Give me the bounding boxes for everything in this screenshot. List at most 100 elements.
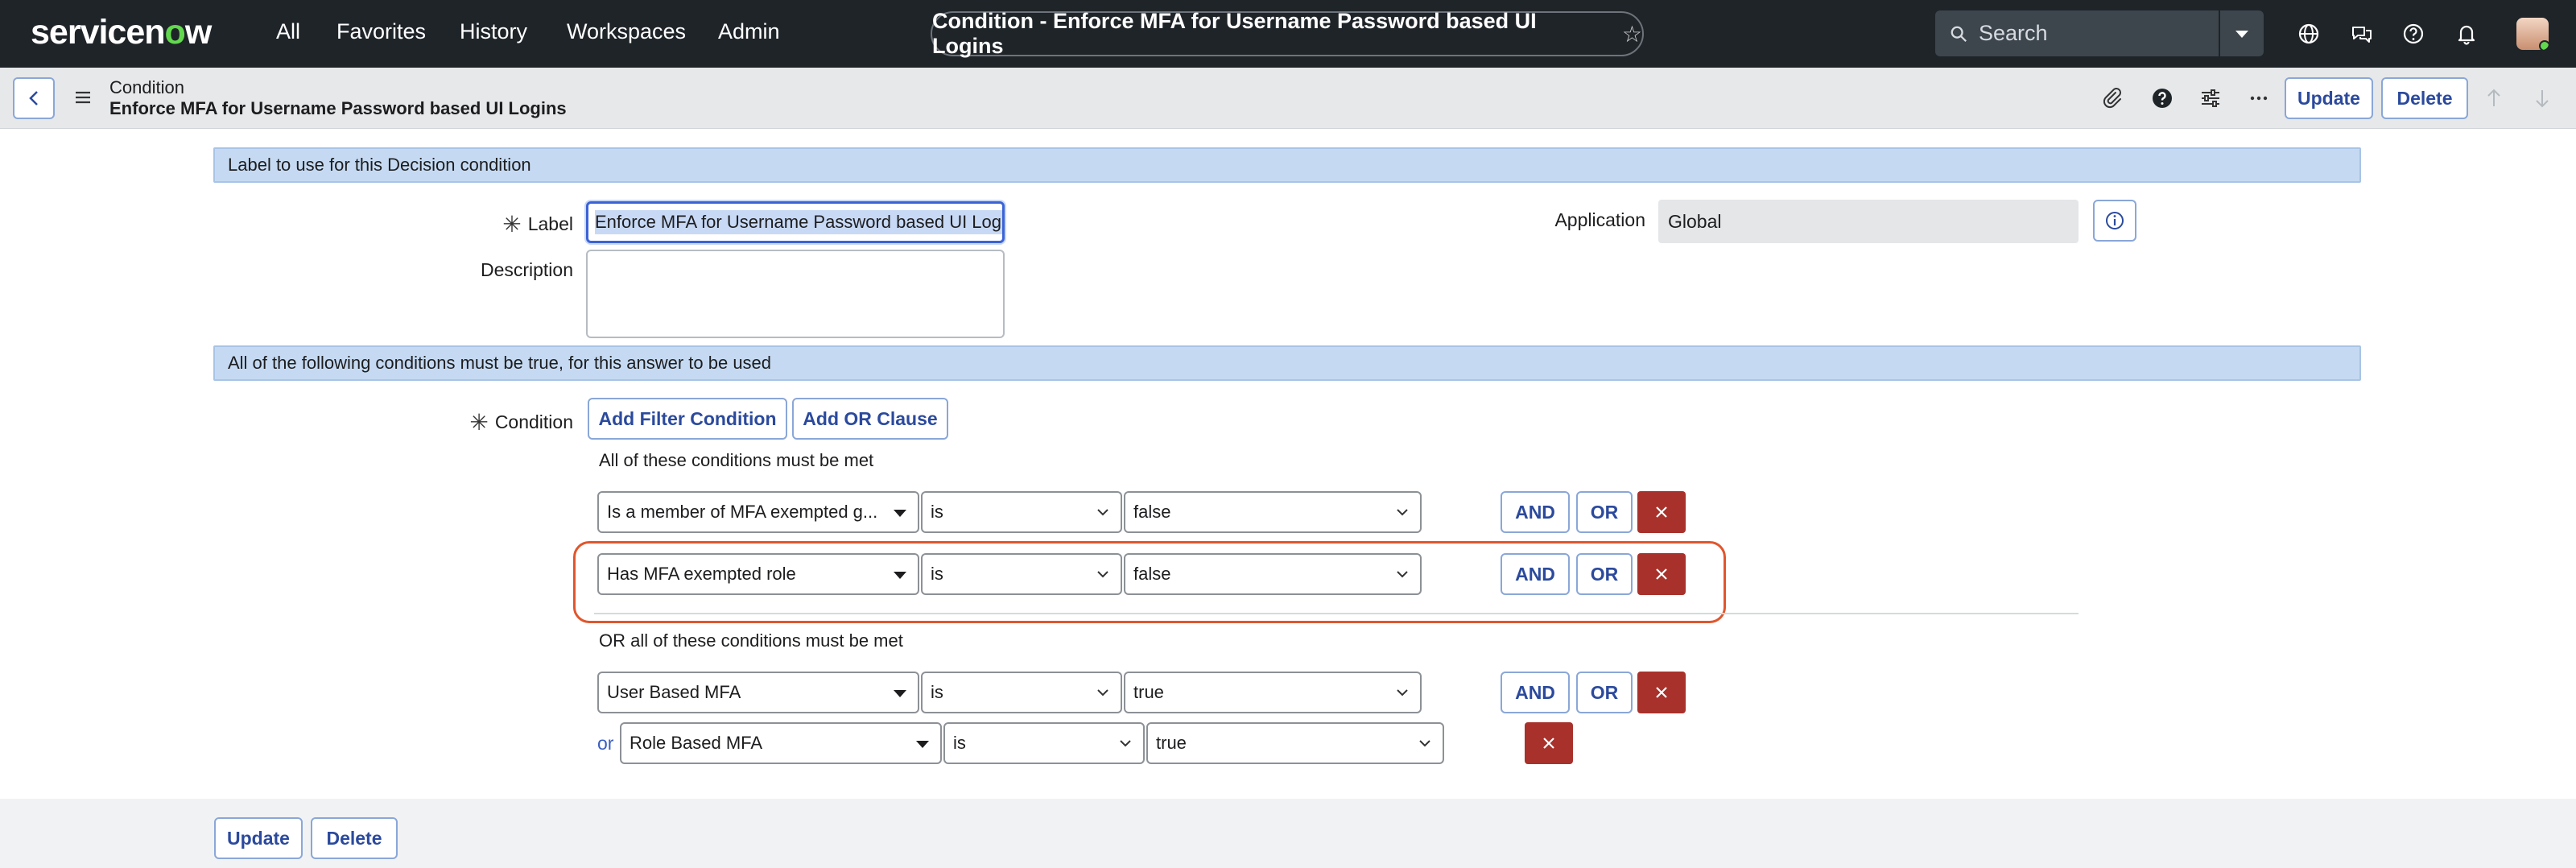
condition-3-and-button[interactable]: AND: [1501, 672, 1570, 713]
chevron-down-icon: [1397, 509, 1408, 516]
search-icon: [1951, 26, 1967, 42]
nav-workspaces[interactable]: Workspaces: [567, 19, 686, 44]
condition-field-label: ✳ Condition: [419, 407, 573, 435]
label-input-value: Enforce MFA for Username Password based …: [595, 210, 1002, 234]
attachment-paperclip-icon[interactable]: [2099, 85, 2125, 111]
nav-all[interactable]: All: [276, 19, 300, 44]
condition-3-delete-button[interactable]: [1637, 672, 1686, 713]
footer-update-button[interactable]: Update: [214, 817, 303, 859]
nav-admin[interactable]: Admin: [718, 19, 780, 44]
form-header: Condition Enforce MFA for Username Passw…: [0, 68, 2576, 129]
record-title-pill[interactable]: Condition - Enforce MFA for Username Pas…: [931, 9, 1644, 58]
condition-2-value-select[interactable]: false: [1124, 553, 1422, 595]
condition-3-field-value: User Based MFA: [607, 682, 741, 702]
application-info-button[interactable]: [2093, 200, 2136, 242]
condition-group-divider: [594, 613, 2079, 614]
record-type-label: Condition: [109, 77, 184, 97]
chevron-down-icon: [1097, 509, 1108, 516]
condition-1-value-select[interactable]: false: [1124, 491, 1422, 533]
top-navigation-bar: servicenow All Favorites History Workspa…: [0, 0, 2576, 68]
chat-icon[interactable]: [2349, 21, 2375, 47]
previous-record-arrow-up-icon[interactable]: [2481, 85, 2507, 111]
condition-2-and-button[interactable]: AND: [1501, 553, 1570, 595]
form-footer: Update Delete: [0, 799, 2576, 868]
condition-3-value-select[interactable]: true: [1124, 672, 1422, 713]
condition-4-value-select[interactable]: true: [1146, 722, 1444, 764]
condition-4-field-select[interactable]: Role Based MFA: [620, 722, 942, 764]
label-field-label: ✳ Label: [451, 209, 573, 237]
condition-3-operator-select[interactable]: is: [921, 672, 1122, 713]
form-context-menu-icon[interactable]: [74, 90, 92, 105]
chevron-down-icon: [1397, 571, 1408, 578]
servicenow-logo[interactable]: servicenow: [31, 13, 212, 52]
chevron-down-icon: [1097, 689, 1108, 696]
favorite-star-icon[interactable]: ☆: [1622, 21, 1642, 48]
condition-4-operator-select[interactable]: is: [943, 722, 1145, 764]
settings-sliders-icon[interactable]: [2198, 85, 2223, 111]
condition-1-and-button[interactable]: AND: [1501, 491, 1570, 533]
condition-4-field-value: Role Based MFA: [630, 733, 763, 753]
caret-down-icon: [894, 690, 906, 697]
condition-3-or-button[interactable]: OR: [1576, 672, 1633, 713]
condition-group-1-text: All of these conditions must be met: [599, 450, 874, 470]
condition-3-field-select[interactable]: User Based MFA: [597, 672, 919, 713]
section-header-conditions: All of the following conditions must be …: [213, 345, 2361, 381]
condition-1-delete-button[interactable]: [1637, 491, 1686, 533]
condition-4-operator-value: is: [953, 733, 966, 753]
or-connector-label: or: [597, 733, 614, 754]
add-or-clause-button[interactable]: Add OR Clause: [792, 398, 948, 440]
caret-down-icon: [916, 741, 929, 748]
chevron-left-icon: [29, 91, 38, 105]
label-input[interactable]: Enforce MFA for Username Password based …: [586, 201, 1005, 243]
condition-1-operator-select[interactable]: is: [921, 491, 1122, 533]
header-update-button[interactable]: Update: [2285, 77, 2373, 119]
condition-2-operator-select[interactable]: is: [921, 553, 1122, 595]
condition-group-2-text: OR all of these conditions must be met: [599, 630, 903, 651]
condition-4-delete-button[interactable]: [1525, 722, 1573, 764]
condition-2-field-select[interactable]: Has MFA exempted role: [597, 553, 919, 595]
condition-4-value-text: true: [1156, 733, 1187, 753]
search-scope-dropdown[interactable]: [2219, 10, 2264, 56]
section-header-label: Label to use for this Decision condition: [213, 147, 2361, 183]
condition-1-operator-value: is: [931, 502, 943, 522]
condition-3-value-text: true: [1133, 682, 1164, 702]
globe-icon[interactable]: [2296, 21, 2322, 47]
online-status-dot: [2539, 40, 2549, 50]
description-textarea[interactable]: [586, 250, 1005, 338]
global-search[interactable]: Search: [1935, 10, 2264, 56]
condition-1-or-button[interactable]: OR: [1576, 491, 1633, 533]
condition-1-value-text: false: [1133, 502, 1171, 522]
user-avatar[interactable]: [2516, 18, 2549, 50]
logo-text-start: servicen: [31, 13, 166, 52]
next-record-arrow-down-icon[interactable]: [2529, 85, 2555, 111]
more-options-icon[interactable]: [2246, 85, 2272, 111]
help-filled-icon[interactable]: [2149, 85, 2175, 111]
logo-text-o: o: [164, 13, 186, 52]
search-input[interactable]: Search: [1979, 21, 2048, 46]
close-icon: [1656, 568, 1667, 580]
condition-2-field-value: Has MFA exempted role: [607, 564, 796, 584]
condition-1-field-value: Is a member of MFA exempted g...: [607, 502, 878, 522]
condition-2-delete-button[interactable]: [1637, 553, 1686, 595]
notifications-bell-icon[interactable]: [2454, 21, 2479, 47]
description-field-label: Description: [480, 259, 573, 280]
back-button[interactable]: [13, 77, 55, 119]
condition-2-value-text: false: [1133, 564, 1171, 584]
close-icon: [1543, 738, 1554, 749]
close-icon: [1656, 687, 1667, 698]
nav-history[interactable]: History: [460, 19, 527, 44]
header-delete-button[interactable]: Delete: [2381, 77, 2468, 119]
add-filter-condition-button[interactable]: Add Filter Condition: [588, 398, 787, 440]
caret-down-icon: [894, 572, 906, 579]
condition-2-or-button[interactable]: OR: [1576, 553, 1633, 595]
condition-field-text: Condition: [494, 411, 573, 432]
condition-1-field-select[interactable]: Is a member of MFA exempted g...: [597, 491, 919, 533]
condition-3-operator-value: is: [931, 682, 943, 702]
footer-delete-button[interactable]: Delete: [311, 817, 398, 859]
chevron-down-icon: [1397, 689, 1408, 696]
condition-2-operator-value: is: [931, 564, 943, 584]
chevron-down-icon: [1120, 740, 1131, 747]
record-name-label: Enforce MFA for Username Password based …: [109, 98, 567, 118]
help-icon[interactable]: [2401, 21, 2426, 47]
nav-favorites[interactable]: Favorites: [336, 19, 426, 44]
